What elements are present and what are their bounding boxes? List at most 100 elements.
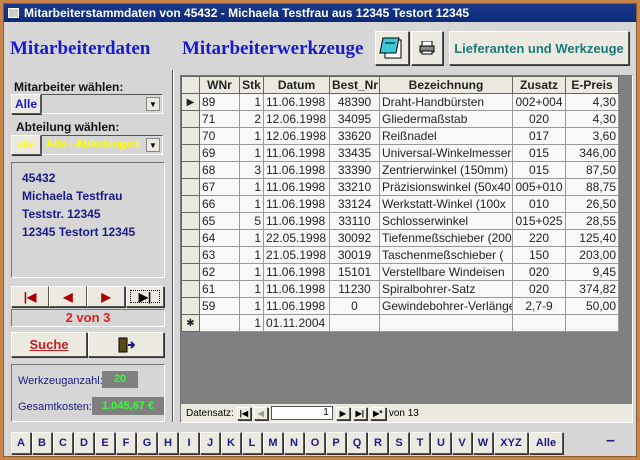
cell-zusatz[interactable]: 017	[512, 127, 566, 145]
cell-stk[interactable]: 1	[239, 246, 264, 264]
cell-datum[interactable]: 22.05.1998	[263, 229, 330, 247]
cell-zusatz[interactable]: 150	[512, 246, 566, 264]
column-header-epreis[interactable]: E-Preis	[565, 76, 619, 94]
row-selector[interactable]	[181, 297, 200, 315]
letter-button-r[interactable]: R	[368, 432, 388, 454]
table-row[interactable]: 71 2 12.06.1998 34095 Gliedermaßstab 020 4,30	[181, 110, 619, 128]
table-row[interactable]: 63 1 21.05.1998 30019 Taschenmeßschieber (15…	[181, 246, 619, 264]
prev-record-button[interactable]: ◀	[49, 286, 87, 307]
cell-bezeichnung[interactable]: Zentrierwinkel (150mm)	[379, 161, 513, 179]
cell-epreis[interactable]: 203,00	[565, 246, 619, 264]
cell-bestnr[interactable]: 33390	[329, 161, 380, 179]
cell-bestnr[interactable]	[329, 314, 380, 332]
letter-button-q[interactable]: Q	[347, 432, 367, 454]
table-row[interactable]: 65 5 11.06.1998 33110 Schlosserwinkel 015+025…	[181, 212, 619, 230]
cell-epreis[interactable]: 4,30	[565, 110, 619, 128]
cell-stk[interactable]: 1	[239, 127, 264, 145]
cell-datum[interactable]: 11.06.1998	[263, 144, 330, 162]
column-header-bestnr[interactable]: Best_Nr	[329, 76, 380, 94]
letter-button-f[interactable]: F	[116, 432, 136, 454]
letter-button-l[interactable]: L	[242, 432, 262, 454]
row-selector[interactable]	[181, 110, 200, 128]
notes-button[interactable]	[375, 31, 409, 65]
cell-bestnr[interactable]: 34095	[329, 110, 380, 128]
letter-button-c[interactable]: C	[53, 432, 73, 454]
cell-epreis[interactable]: 28,55	[565, 212, 619, 230]
cell-zusatz[interactable]: 020	[512, 263, 566, 281]
letter-button-w[interactable]: W	[473, 432, 493, 454]
employee-combo[interactable]: ▼	[41, 94, 163, 114]
cell-zusatz[interactable]: 015	[512, 144, 566, 162]
table-row[interactable]: 62 1 11.06.1998 15101 Verstellbare Windeisen…	[181, 263, 619, 281]
cell-wnr[interactable]: 62	[199, 263, 240, 281]
cell-bezeichnung[interactable]: Präzisionswinkel (50x40	[379, 178, 513, 196]
cell-bezeichnung[interactable]	[379, 314, 513, 332]
all-employees-button[interactable]: Alle	[11, 94, 41, 114]
letter-button-e[interactable]: E	[95, 432, 115, 454]
cell-datum[interactable]: 11.06.1998	[263, 297, 330, 315]
cell-bestnr[interactable]: 48390	[329, 93, 380, 111]
cell-bezeichnung[interactable]: Taschenmeßschieber (	[379, 246, 513, 264]
cell-bezeichnung[interactable]: Verstellbare Windeisen	[379, 263, 513, 281]
letter-button-j[interactable]: J	[200, 432, 220, 454]
cell-stk[interactable]: 5	[239, 212, 264, 230]
search-button[interactable]: Suche	[11, 332, 87, 357]
row-selector[interactable]	[181, 195, 200, 213]
letter-button-s[interactable]: S	[389, 432, 409, 454]
cell-bezeichnung[interactable]: Gliedermaßstab	[379, 110, 513, 128]
cell-bestnr[interactable]: 15101	[329, 263, 380, 281]
table-row[interactable]: 68 3 11.06.1998 33390 Zentrierwinkel (150mm)…	[181, 161, 619, 179]
letter-button-u[interactable]: U	[431, 432, 451, 454]
table-row[interactable]: 70 1 12.06.1998 33620 Reißnadel 017 3,60	[181, 127, 619, 145]
cell-datum[interactable]: 12.06.1998	[263, 110, 330, 128]
cell-epreis[interactable]: 26,50	[565, 195, 619, 213]
nav-prev-button[interactable]: ◀	[253, 406, 268, 420]
cell-zusatz[interactable]: 015	[512, 161, 566, 179]
cell-bestnr[interactable]: 33620	[329, 127, 380, 145]
cell-bezeichnung[interactable]: Universal-Winkelmesser	[379, 144, 513, 162]
table-row[interactable]: 67 1 11.06.1998 33210 Präzisionswinkel (50x4…	[181, 178, 619, 196]
cell-zusatz[interactable]: 015+025	[512, 212, 566, 230]
cell-wnr[interactable]: 71	[199, 110, 240, 128]
letter-button-p[interactable]: P	[326, 432, 346, 454]
cell-datum[interactable]: 11.06.1998	[263, 93, 330, 111]
cell-bezeichnung[interactable]: Reißnadel	[379, 127, 513, 145]
cell-epreis[interactable]: 125,40	[565, 229, 619, 247]
all-departments-button[interactable]: alle	[11, 135, 41, 155]
table-row[interactable]: 69 1 11.06.1998 33435 Universal-Winkelmesser…	[181, 144, 619, 162]
cell-stk[interactable]: 1	[239, 144, 264, 162]
cell-datum[interactable]: 11.06.1998	[263, 280, 330, 298]
nav-new-button[interactable]: ▶*	[369, 406, 386, 420]
letter-button-v[interactable]: V	[452, 432, 472, 454]
cell-epreis[interactable]: 50,00	[565, 297, 619, 315]
cell-stk[interactable]: 1	[239, 280, 264, 298]
cell-bestnr[interactable]: 33435	[329, 144, 380, 162]
cell-bestnr[interactable]: 33110	[329, 212, 380, 230]
letter-button-o[interactable]: O	[305, 432, 325, 454]
letter-button-i[interactable]: I	[179, 432, 199, 454]
row-selector[interactable]	[181, 127, 200, 145]
cell-stk[interactable]: 1	[239, 178, 264, 196]
cell-datum[interactable]: 11.06.1998	[263, 212, 330, 230]
chevron-down-icon[interactable]: ▼	[146, 97, 160, 111]
cell-zusatz[interactable]	[512, 314, 566, 332]
cell-datum[interactable]: 01.11.2004	[263, 314, 330, 332]
row-selector[interactable]	[181, 229, 200, 247]
cell-bestnr[interactable]: 11230	[329, 280, 380, 298]
cell-datum[interactable]: 11.06.1998	[263, 195, 330, 213]
cell-datum[interactable]: 11.06.1998	[263, 263, 330, 281]
column-header-stk[interactable]: Stk	[239, 76, 264, 94]
cell-wnr[interactable]: 65	[199, 212, 240, 230]
nav-first-button[interactable]: |◀	[236, 406, 251, 420]
cell-wnr[interactable]: 89	[199, 93, 240, 111]
table-row[interactable]: ✱ 1 01.11.2004	[181, 314, 619, 332]
cell-epreis[interactable]: 374,82	[565, 280, 619, 298]
cell-zusatz[interactable]: 020	[512, 110, 566, 128]
letter-button-t[interactable]: T	[410, 432, 430, 454]
cell-epreis[interactable]: 346,00	[565, 144, 619, 162]
cell-datum[interactable]: 21.05.1998	[263, 246, 330, 264]
cell-zusatz[interactable]: 020	[512, 280, 566, 298]
cell-bestnr[interactable]: 30092	[329, 229, 380, 247]
cell-wnr[interactable]	[199, 314, 240, 332]
cell-stk[interactable]: 1	[239, 93, 264, 111]
